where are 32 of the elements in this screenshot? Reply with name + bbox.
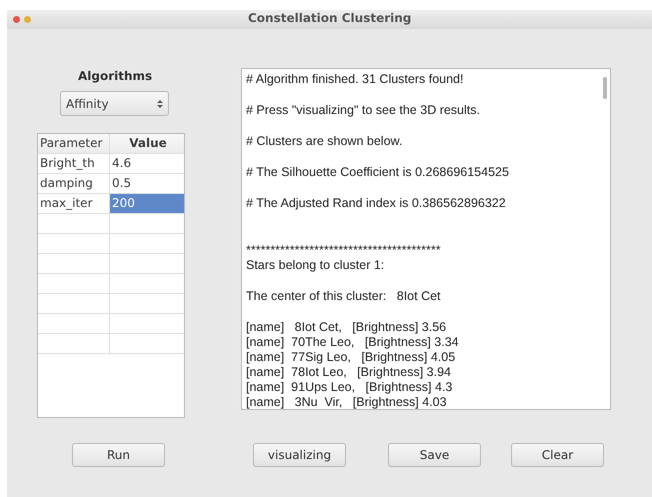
table-cell[interactable]: damping <box>38 174 110 193</box>
table-cell[interactable]: Bright_th <box>38 154 110 173</box>
run-button[interactable]: Run <box>72 443 165 467</box>
output-line: **************************************** <box>246 243 442 258</box>
column-header[interactable]: Value <box>110 134 184 153</box>
output-line: # Clusters are shown below. <box>246 134 404 149</box>
output-line: # Press "visualizing" to see the 3D results. <box>246 103 481 118</box>
action-button[interactable]: Save <box>388 443 481 467</box>
table-cell[interactable]: 200 <box>110 194 184 213</box>
output-line: Stars belong to cluster 1: <box>246 258 386 273</box>
algorithm-dropdown[interactable]: Affinity <box>60 91 169 116</box>
output-line: [name] 78Iot Leo, [Brightness] 3.94 <box>246 365 452 380</box>
output-line: [name] 77Sig Leo, [Brightness] 4.05 <box>246 350 456 365</box>
action-button[interactable]: visualizing <box>253 443 346 467</box>
output-line: [name] 3Nu Vir, [Brightness] 4.03 <box>246 395 448 409</box>
close-icon[interactable] <box>13 16 20 23</box>
output-line: # The Adjusted Rand index is 0.386562896322 <box>246 196 507 211</box>
output-line: The center of this cluster: 8Iot Cet <box>246 289 442 304</box>
table-cell[interactable]: 0.5 <box>110 174 184 193</box>
column-header[interactable]: Parameter <box>38 134 110 153</box>
output-line: # The Silhouette Coefficient is 0.268696154525 <box>246 165 510 180</box>
minimize-icon[interactable] <box>24 16 31 23</box>
table-cell[interactable]: 4.6 <box>110 154 184 173</box>
spinner-arrows-icon <box>157 98 163 108</box>
output-line: # Algorithm finished. 31 Clusters found! <box>246 72 464 87</box>
algorithms-label: Algorithms <box>78 69 152 83</box>
scrollbar-thumb[interactable] <box>603 77 607 99</box>
output-line: [name] 70The Leo, [Brightness] 3.34 <box>246 335 460 350</box>
output-line: [name] 8Iot Cet, [Brightness] 3.56 <box>246 320 448 335</box>
action-button[interactable]: Clear <box>511 443 604 467</box>
output-line: [name] 91Ups Leo, [Brightness] 4.3 <box>246 380 454 395</box>
window-title: Constellation Clustering <box>248 11 412 25</box>
